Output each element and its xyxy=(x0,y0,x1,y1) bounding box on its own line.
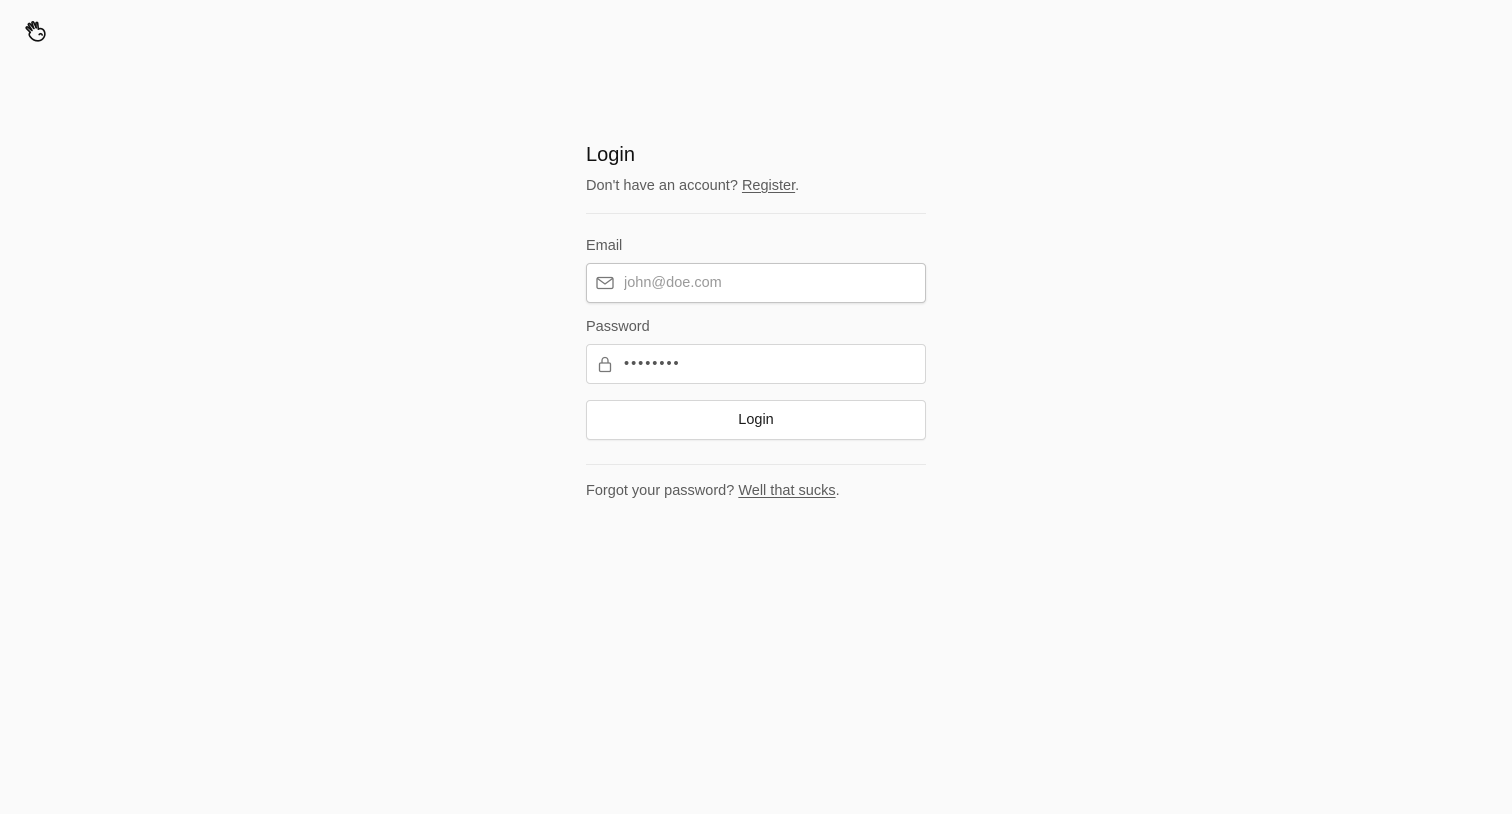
page-title: Login xyxy=(586,144,635,166)
forgot-password-line: Forgot your password? Well that sucks. xyxy=(586,481,926,501)
forgot-password-link[interactable]: Well that sucks xyxy=(738,483,835,499)
login-card: Login Don't have an account? Register. E… xyxy=(586,140,926,501)
email-field-wrapper[interactable] xyxy=(586,263,926,303)
forgot-prompt: Forgot your password? xyxy=(586,483,735,499)
register-period: . xyxy=(795,178,800,194)
password-input[interactable] xyxy=(624,345,925,383)
divider-top xyxy=(586,213,926,214)
register-prompt-line: Don't have an account? Register. xyxy=(586,176,926,196)
waving-hand-icon[interactable] xyxy=(22,18,50,46)
email-label: Email xyxy=(586,238,623,254)
password-field-wrapper[interactable] xyxy=(586,344,926,384)
divider-bottom xyxy=(586,464,926,465)
register-prompt: Don't have an account? xyxy=(586,178,738,194)
register-link[interactable]: Register xyxy=(742,178,795,194)
forgot-period: . xyxy=(835,483,840,499)
mail-icon xyxy=(596,274,614,292)
email-input[interactable] xyxy=(624,264,925,302)
lock-icon xyxy=(596,355,614,373)
login-button[interactable]: Login xyxy=(586,400,926,440)
password-label: Password xyxy=(586,319,650,335)
